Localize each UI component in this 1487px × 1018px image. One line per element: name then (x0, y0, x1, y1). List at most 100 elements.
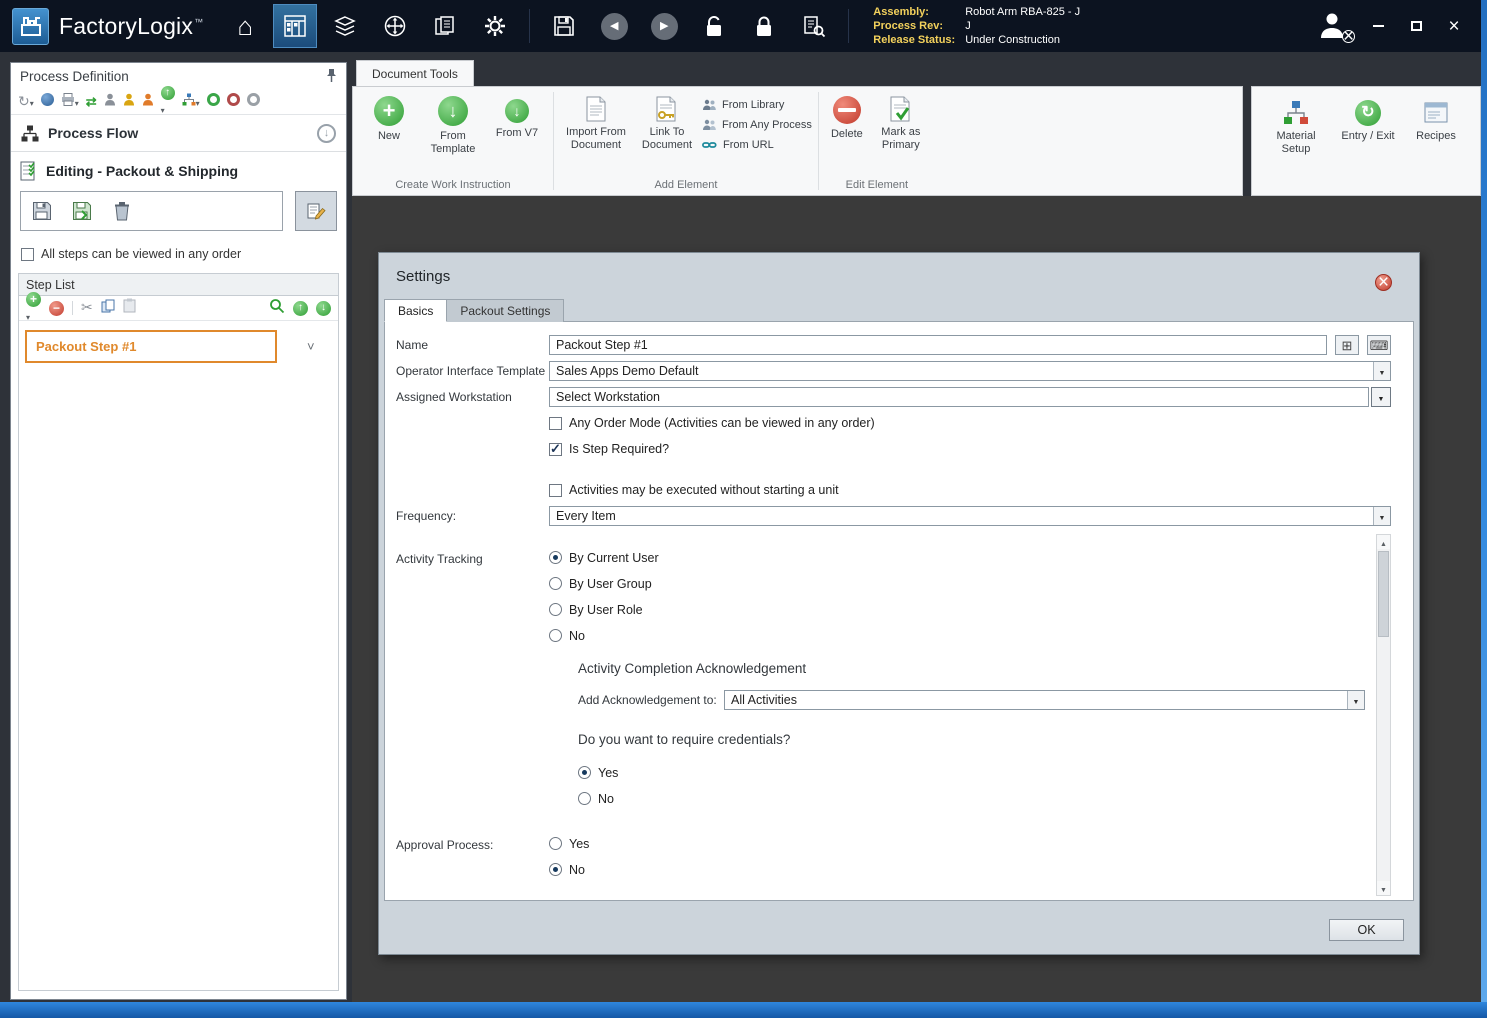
workstation-drop-button[interactable] (1371, 387, 1391, 407)
v7-icon (505, 99, 529, 123)
dialog-close-button[interactable] (1375, 274, 1392, 291)
logoff-button[interactable] (1317, 11, 1355, 43)
radio-tracking-no[interactable]: No (549, 628, 659, 643)
any-order-mode-checkbox[interactable] (549, 416, 562, 430)
radio-approval-yes[interactable]: Yes (549, 836, 589, 851)
move-down-button[interactable] (316, 300, 331, 316)
radio-approval-no[interactable]: No (549, 862, 589, 877)
radio-credentials-yes[interactable]: Yes (578, 765, 1376, 780)
settings-button[interactable] (473, 4, 517, 48)
export-button[interactable] (160, 86, 175, 118)
save-button[interactable] (542, 4, 586, 48)
ack-select[interactable]: All Activities (724, 690, 1365, 710)
collapse-button[interactable] (317, 123, 336, 143)
name-input[interactable] (549, 335, 1327, 355)
radio-credentials-no[interactable]: No (578, 791, 1376, 806)
step-item-packout-step-1[interactable]: Packout Step #1 (25, 330, 277, 363)
back-button[interactable] (592, 4, 636, 48)
reports-button[interactable] (423, 4, 467, 48)
new-button[interactable]: New (359, 91, 419, 145)
status-gray-button[interactable] (246, 93, 260, 111)
from-v7-button[interactable]: From V7 (487, 91, 547, 142)
vertical-scrollbar[interactable] (1376, 534, 1391, 896)
search-button[interactable] (792, 4, 836, 48)
add-step-button[interactable] (26, 291, 41, 325)
entry-exit-icon: ↻ (1355, 100, 1381, 126)
frequency-select[interactable]: Every Item (549, 506, 1391, 526)
save-step-button[interactable] (26, 195, 58, 227)
scroll-content: Activity Tracking By Current User By Use… (385, 534, 1376, 896)
import-from-document-button[interactable]: Import From Document (560, 91, 632, 154)
status-red-button[interactable] (226, 93, 240, 111)
flow-tree-button[interactable] (182, 93, 200, 111)
radio-by-user-role[interactable]: By User Role (549, 602, 659, 617)
cut-button[interactable] (81, 299, 93, 317)
zoom-step-button[interactable] (269, 298, 285, 319)
oit-select[interactable]: Sales Apps Demo Default (549, 361, 1391, 381)
workstation-select[interactable]: Select Workstation (549, 387, 1369, 407)
user-gold-button[interactable] (123, 93, 135, 111)
from-library-button[interactable]: From Library (702, 95, 812, 115)
material-setup-button[interactable]: Material Setup (1264, 95, 1328, 191)
scroll-up-button[interactable] (1377, 535, 1390, 549)
scrollbar-thumb[interactable] (1378, 551, 1389, 637)
from-url-button[interactable]: From URL (702, 135, 812, 155)
pin-button[interactable] (326, 68, 337, 86)
export-icon (160, 86, 175, 100)
from-template-button[interactable]: From Template (423, 91, 483, 158)
tracking-options: By Current User By User Group By User Ro… (549, 550, 659, 643)
link-to-document-button[interactable]: Link To Document (636, 91, 698, 154)
remove-step-button[interactable] (49, 300, 64, 316)
ok-button[interactable]: OK (1329, 919, 1404, 941)
materials-button[interactable] (323, 4, 367, 48)
radio-by-user-group[interactable]: By User Group (549, 576, 659, 591)
process-definition-button[interactable] (273, 4, 318, 48)
user-orange-button[interactable] (142, 93, 154, 111)
process-flow-label: Process Flow (48, 125, 139, 141)
refresh-button[interactable]: ↻ (18, 93, 34, 111)
globe-button[interactable] (40, 93, 54, 111)
app-logo (12, 7, 49, 45)
document-icon (586, 96, 606, 122)
radio-by-current-user[interactable]: By Current User (549, 550, 659, 565)
edit-instruction-button[interactable] (295, 191, 337, 231)
from-any-process-button[interactable]: From Any Process (702, 115, 812, 135)
recipes-button[interactable]: Recipes (1408, 95, 1464, 191)
print-button[interactable] (61, 93, 79, 111)
flow-tree-icon (182, 93, 196, 106)
tab-basics[interactable]: Basics (384, 299, 448, 322)
scroll-down-button[interactable] (1377, 881, 1390, 895)
keyboard-button[interactable] (1367, 335, 1391, 355)
panel-header: Process Definition (11, 63, 346, 90)
oit-value: Sales Apps Demo Default (556, 364, 699, 378)
delete-element-button[interactable]: Delete (825, 91, 869, 143)
minimize-button[interactable] (1367, 16, 1389, 36)
maximize-button[interactable] (1405, 16, 1427, 36)
radio-label: By User Group (569, 576, 652, 591)
tab-packout-settings[interactable]: Packout Settings (447, 299, 565, 322)
unlock-button[interactable] (692, 4, 736, 48)
lock-button[interactable] (742, 4, 786, 48)
sync-button[interactable]: ⇄ (86, 93, 97, 111)
special-chars-button[interactable] (1335, 335, 1359, 355)
any-order-checkbox[interactable] (21, 247, 34, 261)
dropdown-arrow-icon (1378, 389, 1385, 405)
status-green-button[interactable] (206, 93, 220, 111)
no-unit-checkbox[interactable] (549, 483, 562, 497)
tab-document-tools[interactable]: Document Tools (356, 60, 474, 86)
entry-exit-button[interactable]: ↻ Entry / Exit (1336, 95, 1400, 191)
forward-button[interactable] (642, 4, 686, 48)
paste-button[interactable] (123, 298, 136, 318)
delete-step-button[interactable] (106, 195, 138, 227)
user-button[interactable] (104, 93, 116, 111)
navigate-button[interactable] (373, 4, 417, 48)
mark-as-primary-button[interactable]: Mark as Primary (873, 91, 929, 154)
close-button[interactable] (1443, 16, 1465, 36)
expand-step-icon[interactable] (307, 339, 315, 355)
import-step-button[interactable] (66, 195, 98, 227)
process-flow-row[interactable]: Process Flow (11, 115, 346, 152)
step-required-checkbox[interactable] (549, 441, 562, 457)
move-up-button[interactable] (293, 300, 308, 316)
copy-button[interactable] (101, 299, 115, 318)
home-button[interactable] (223, 4, 267, 48)
